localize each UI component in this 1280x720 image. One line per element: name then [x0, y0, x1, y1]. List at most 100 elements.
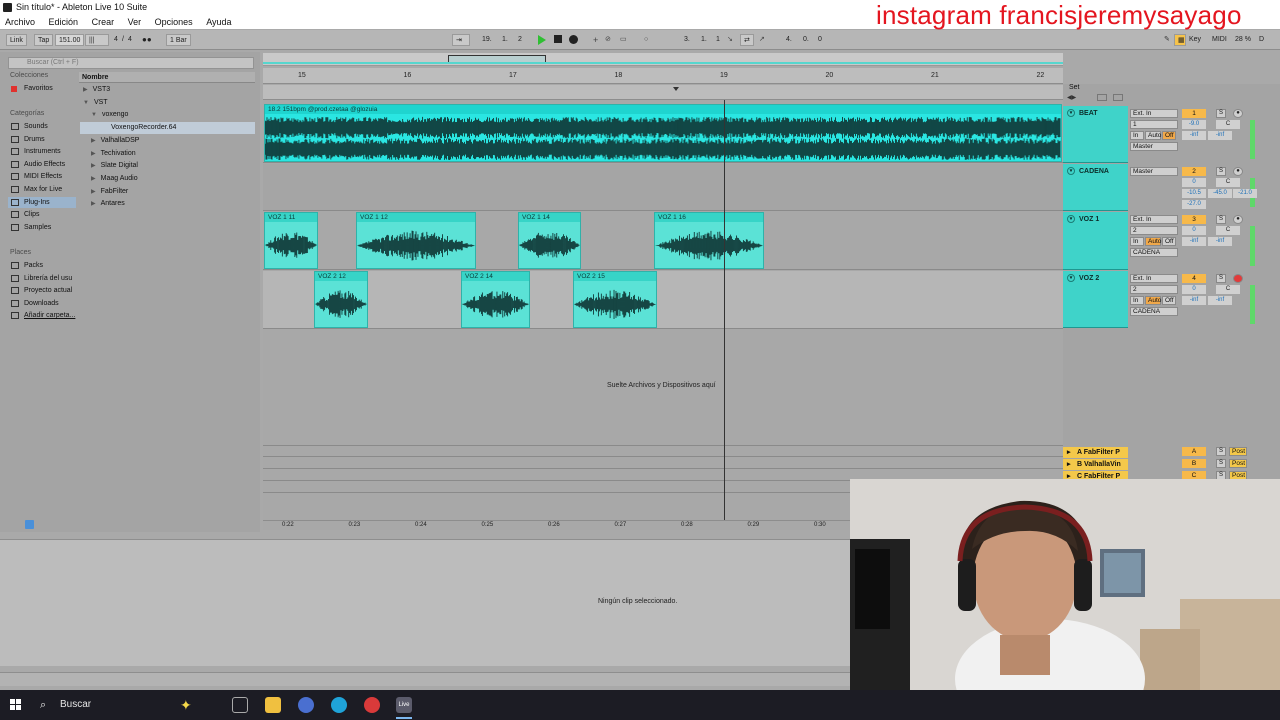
track-activator-4[interactable]: 4	[1182, 274, 1206, 283]
lane-beat[interactable]: 18.2 151bpm @prod.czetaa @glozuia	[263, 100, 1063, 163]
punch-out-icon[interactable]: ↗	[759, 34, 765, 46]
tree-item-valhalladsp[interactable]: ▶ ValhallaDSP	[91, 135, 139, 147]
expand-toggle-icon[interactable]: ▼	[91, 112, 97, 118]
clip-voz1-14[interactable]: VOZ 1 14	[518, 212, 581, 269]
clip-voz1-11[interactable]: VOZ 1 11	[264, 212, 318, 269]
category-audio-effects[interactable]: Audio Effects	[8, 159, 76, 170]
track-pan[interactable]: C	[1216, 178, 1240, 187]
loop-length-sixteenth[interactable]: 0	[818, 34, 822, 46]
clip-voz1-16[interactable]: VOZ 1 16	[654, 212, 764, 269]
input-type-chooser[interactable]: Ext. In	[1130, 109, 1178, 118]
position-beat[interactable]: 1.	[502, 34, 508, 46]
category-clips[interactable]: Clips	[8, 209, 76, 220]
clip-voz1-12[interactable]: VOZ 1 12	[356, 212, 476, 269]
output-chooser[interactable]: CADENA	[1130, 307, 1178, 316]
menu-opciones[interactable]: Opciones	[155, 15, 193, 29]
loop-length-beat[interactable]: 0.	[803, 34, 809, 46]
expand-toggle-icon[interactable]: ▶	[91, 176, 96, 182]
return-track-a[interactable]: ▸ A FabFilter P	[1063, 447, 1128, 458]
category-drums[interactable]: Drums	[8, 134, 76, 145]
expand-toggle-icon[interactable]: ▶	[91, 138, 96, 144]
record-button[interactable]	[569, 35, 578, 44]
monitor-off-button[interactable]: Off	[1162, 296, 1176, 305]
track-pan[interactable]: C	[1216, 285, 1240, 294]
ableton-live-taskbar-icon[interactable]: Live	[396, 697, 412, 713]
clip-voz2-15[interactable]: VOZ 2 15	[573, 271, 657, 328]
tree-item-vst[interactable]: ▼ VST	[83, 97, 108, 109]
loop-circle-icon[interactable]: ○	[644, 34, 648, 46]
expand-toggle-icon[interactable]: ▶	[83, 87, 88, 93]
track-header-voz-1[interactable]: ▾ VOZ 1	[1063, 212, 1128, 270]
category-max-for-live[interactable]: Max for Live	[8, 184, 76, 195]
expand-toggle-icon[interactable]: ▶	[91, 163, 96, 169]
key-map-button[interactable]: Key	[1189, 34, 1201, 46]
tree-item-techivation[interactable]: ▶ Techivation	[91, 148, 136, 160]
input-channel-chooser[interactable]: 1	[1130, 120, 1178, 129]
track-activator-2[interactable]: 2	[1182, 167, 1206, 176]
monitor-auto-button[interactable]: Auto	[1145, 131, 1161, 140]
collection-favorites[interactable]: Favoritos	[8, 83, 76, 94]
media-app-icon[interactable]	[364, 697, 380, 713]
send-a[interactable]: -inf	[1182, 237, 1206, 246]
automation-lanes-icon[interactable]	[1097, 94, 1107, 101]
taskbar-search[interactable]: ⌕ Buscar ✦	[32, 690, 192, 720]
send-b[interactable]: -inf	[1208, 131, 1232, 140]
monitor-in-button[interactable]: In	[1130, 237, 1144, 246]
track-header-beat[interactable]: ▾ BEAT	[1063, 106, 1128, 163]
tree-item-slate-digital[interactable]: ▶ Slate Digital	[91, 160, 138, 172]
track-volume[interactable]: -9.0	[1182, 120, 1206, 129]
stop-button[interactable]	[554, 35, 562, 43]
clip-beat[interactable]: 18.2 151bpm @prod.czetaa @glozuia	[264, 104, 1062, 162]
browser-search-input[interactable]: Buscar (Ctrl + F)	[8, 57, 254, 69]
place-user-library[interactable]: Librería del usu	[8, 273, 76, 284]
windows-start-icon[interactable]	[10, 699, 22, 711]
punch-in-icon[interactable]: ↘	[727, 34, 733, 46]
send-d[interactable]: -27.0	[1182, 200, 1206, 209]
chrome-icon[interactable]	[298, 697, 314, 713]
send-a[interactable]: -10.5	[1182, 189, 1206, 198]
tree-item-voxengorecorder-64[interactable]: VoxengoRecorder.64	[80, 122, 255, 135]
output-chooser[interactable]: Master	[1130, 142, 1178, 151]
tree-item-maag-audio[interactable]: ▶ Maag Audio	[91, 173, 138, 185]
monitor-in-button[interactable]: In	[1130, 131, 1144, 140]
track-volume[interactable]: 0	[1182, 285, 1206, 294]
arm-button[interactable]: ●	[1233, 167, 1243, 176]
track-volume[interactable]: 0	[1182, 178, 1206, 187]
loop-start-sixteenth[interactable]: 1	[716, 34, 720, 46]
expand-toggle-icon[interactable]: ▼	[83, 100, 89, 106]
return-post-button[interactable]: Post	[1229, 459, 1247, 468]
send-a[interactable]: -inf	[1182, 296, 1206, 305]
lane-return-b[interactable]	[263, 457, 1063, 469]
menu-crear[interactable]: Crear	[92, 15, 115, 29]
computer-midi-keyboard-icon[interactable]: ▦	[1174, 34, 1186, 46]
monitor-in-button[interactable]: In	[1130, 296, 1144, 305]
monitor-off-button[interactable]: Off	[1162, 131, 1176, 140]
position-sixteenth[interactable]: 2	[518, 34, 522, 46]
place-current-project[interactable]: Proyecto actual	[8, 285, 76, 296]
lane-return-a[interactable]	[263, 445, 1063, 457]
send-b[interactable]: -inf	[1208, 237, 1232, 246]
fold-toggle-icon[interactable]: ▾	[1067, 109, 1075, 117]
position-bar[interactable]: 19.	[482, 34, 492, 46]
tempo-field[interactable]: 151.00	[55, 34, 85, 46]
loop-start-beat[interactable]: 1.	[701, 34, 707, 46]
fold-toggle-icon[interactable]: ▾	[1067, 274, 1075, 282]
category-instruments[interactable]: Instruments	[8, 146, 76, 157]
beat-time-ruler[interactable]: 15 16 17 18 19 20 21 22	[263, 68, 1063, 84]
place-packs[interactable]: Packs	[8, 260, 76, 271]
quantize-menu[interactable]: 1 Bar	[166, 34, 191, 46]
fold-toggle-icon[interactable]: ▸	[1067, 459, 1071, 470]
fold-toggle-icon[interactable]: ▸	[1067, 447, 1071, 458]
midi-map-button[interactable]: MIDI	[1212, 34, 1227, 46]
menu-edicion[interactable]: Edición	[49, 15, 79, 29]
expand-toggle-icon[interactable]: ▶	[91, 189, 96, 195]
clip-voz2-14[interactable]: VOZ 2 14	[461, 271, 530, 328]
send-b[interactable]: -inf	[1208, 296, 1232, 305]
loop-switch-icon[interactable]: ⇄	[740, 34, 754, 46]
tree-item-antares[interactable]: ▶ Antares	[91, 198, 125, 210]
browser-column-header[interactable]: Nombre	[79, 72, 255, 83]
edge-icon[interactable]	[331, 697, 347, 713]
clip-voz2-12[interactable]: VOZ 2 12	[314, 271, 368, 328]
loop-length-bar[interactable]: 4.	[786, 34, 792, 46]
solo-button[interactable]: S	[1216, 274, 1226, 283]
